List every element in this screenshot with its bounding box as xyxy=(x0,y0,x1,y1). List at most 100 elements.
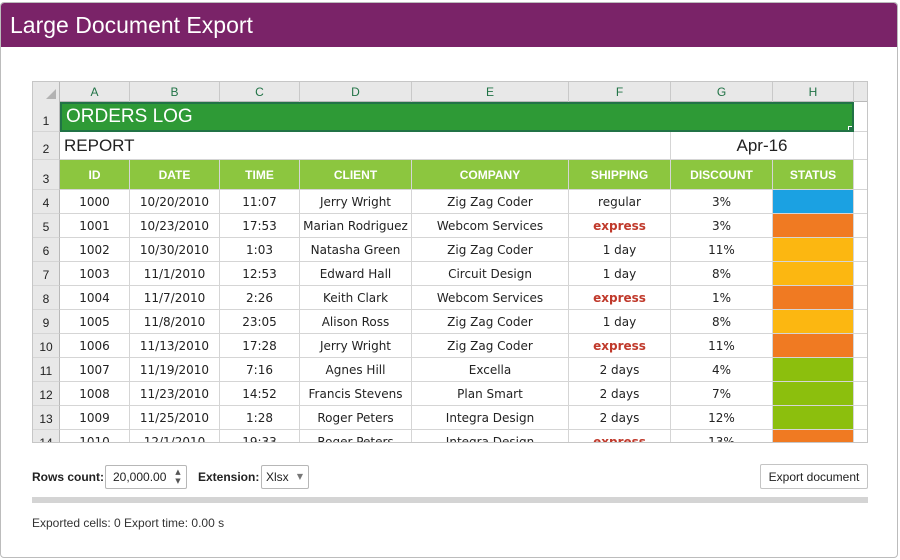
row-number[interactable]: 11 xyxy=(33,358,60,382)
column-header[interactable]: D xyxy=(300,82,412,102)
company-cell[interactable]: Excella xyxy=(412,358,569,382)
shipping-cell[interactable]: express xyxy=(569,334,671,358)
company-cell[interactable]: Zig Zag Coder xyxy=(412,238,569,262)
status-cell[interactable] xyxy=(773,382,854,406)
shipping-cell[interactable]: 1 day xyxy=(569,262,671,286)
company-cell[interactable]: Webcom Services xyxy=(412,286,569,310)
column-header[interactable]: G xyxy=(671,82,773,102)
rows-count-spinner[interactable]: 20,000.00 ▲ ▼ xyxy=(105,465,187,489)
status-cell[interactable] xyxy=(773,310,854,334)
client-cell[interactable]: Jerry Wright xyxy=(300,334,412,358)
discount-cell[interactable]: 13% xyxy=(671,430,773,442)
shipping-cell[interactable]: express xyxy=(569,286,671,310)
status-cell[interactable] xyxy=(773,214,854,238)
date-cell[interactable]: 11/23/2010 xyxy=(130,382,220,406)
time-cell[interactable]: 1:28 xyxy=(220,406,300,430)
header-cell-id[interactable]: ID xyxy=(60,160,130,190)
shipping-cell[interactable]: express xyxy=(569,214,671,238)
status-cell[interactable] xyxy=(773,406,854,430)
id-cell[interactable]: 1007 xyxy=(60,358,130,382)
status-cell[interactable] xyxy=(773,190,854,214)
date-cell[interactable]: 10/30/2010 xyxy=(130,238,220,262)
shipping-cell[interactable]: 1 day xyxy=(569,238,671,262)
client-cell[interactable]: Alison Ross xyxy=(300,310,412,334)
discount-cell[interactable]: 11% xyxy=(671,238,773,262)
time-cell[interactable]: 2:26 xyxy=(220,286,300,310)
company-cell[interactable]: Zig Zag Coder xyxy=(412,334,569,358)
id-cell[interactable]: 1002 xyxy=(60,238,130,262)
id-cell[interactable]: 1009 xyxy=(60,406,130,430)
discount-cell[interactable]: 1% xyxy=(671,286,773,310)
column-header[interactable]: F xyxy=(569,82,671,102)
id-cell[interactable]: 1008 xyxy=(60,382,130,406)
shipping-cell[interactable]: 1 day xyxy=(569,310,671,334)
time-cell[interactable]: 23:05 xyxy=(220,310,300,334)
export-document-button[interactable]: Export document xyxy=(760,464,868,489)
date-cell[interactable]: 11/8/2010 xyxy=(130,310,220,334)
time-cell[interactable]: 17:28 xyxy=(220,334,300,358)
id-cell[interactable]: 1010 xyxy=(60,430,130,442)
status-cell[interactable] xyxy=(773,262,854,286)
empty-cell[interactable] xyxy=(854,160,867,190)
time-cell[interactable]: 19:33 xyxy=(220,430,300,442)
shipping-cell[interactable]: regular xyxy=(569,190,671,214)
shipping-cell[interactable]: 2 days xyxy=(569,382,671,406)
column-header[interactable]: H xyxy=(773,82,854,102)
status-cell[interactable] xyxy=(773,358,854,382)
header-cell-time[interactable]: TIME xyxy=(220,160,300,190)
company-cell[interactable]: Integra Design xyxy=(412,406,569,430)
row-number[interactable]: 13 xyxy=(33,406,60,430)
status-cell[interactable] xyxy=(773,286,854,310)
company-cell[interactable]: Plan Smart xyxy=(412,382,569,406)
header-cell-client[interactable]: CLIENT xyxy=(300,160,412,190)
column-header[interactable]: E xyxy=(412,82,569,102)
date-cell[interactable]: 11/13/2010 xyxy=(130,334,220,358)
discount-cell[interactable]: 8% xyxy=(671,310,773,334)
report-label-cell[interactable]: REPORT xyxy=(60,132,671,160)
date-cell[interactable]: 11/19/2010 xyxy=(130,358,220,382)
shipping-cell[interactable]: 2 days xyxy=(569,358,671,382)
empty-cell[interactable] xyxy=(854,214,867,238)
row-number[interactable]: 5 xyxy=(33,214,60,238)
company-cell[interactable]: Zig Zag Coder xyxy=(412,190,569,214)
row-number[interactable]: 9 xyxy=(33,310,60,334)
empty-cell[interactable] xyxy=(854,238,867,262)
shipping-cell[interactable]: express xyxy=(569,430,671,442)
spreadsheet[interactable]: A B C D E F G H 1 ORDERS LOG 2 REPORT Ap… xyxy=(32,81,868,443)
discount-cell[interactable]: 7% xyxy=(671,382,773,406)
discount-cell[interactable]: 3% xyxy=(671,214,773,238)
extension-value[interactable]: Xlsx xyxy=(266,470,289,484)
empty-cell[interactable] xyxy=(854,102,867,132)
discount-cell[interactable]: 12% xyxy=(671,406,773,430)
company-cell[interactable]: Circuit Design xyxy=(412,262,569,286)
empty-cell[interactable] xyxy=(854,358,867,382)
date-cell[interactable]: 10/20/2010 xyxy=(130,190,220,214)
time-cell[interactable]: 14:52 xyxy=(220,382,300,406)
discount-cell[interactable]: 11% xyxy=(671,334,773,358)
header-cell-company[interactable]: COMPANY xyxy=(412,160,569,190)
column-header[interactable]: A xyxy=(60,82,130,102)
row-number[interactable]: 3 xyxy=(33,160,60,190)
empty-cell[interactable] xyxy=(854,430,867,442)
row-number[interactable]: 10 xyxy=(33,334,60,358)
date-cell[interactable]: 10/23/2010 xyxy=(130,214,220,238)
company-cell[interactable]: Integra Design xyxy=(412,430,569,442)
client-cell[interactable]: Jerry Wright xyxy=(300,190,412,214)
header-cell-status[interactable]: STATUS xyxy=(773,160,854,190)
column-header[interactable]: C xyxy=(220,82,300,102)
empty-cell[interactable] xyxy=(854,406,867,430)
company-cell[interactable]: Webcom Services xyxy=(412,214,569,238)
date-cell[interactable]: 11/1/2010 xyxy=(130,262,220,286)
empty-cell[interactable] xyxy=(854,262,867,286)
client-cell[interactable]: Francis Stevens xyxy=(300,382,412,406)
time-cell[interactable]: 7:16 xyxy=(220,358,300,382)
empty-cell[interactable] xyxy=(854,310,867,334)
row-number[interactable]: 2 xyxy=(33,132,60,160)
header-cell-shipping[interactable]: SHIPPING xyxy=(569,160,671,190)
time-cell[interactable]: 12:53 xyxy=(220,262,300,286)
spinner-arrows-icon[interactable]: ▲ ▼ xyxy=(173,468,183,486)
row-number[interactable]: 1 xyxy=(33,102,60,132)
row-number[interactable]: 8 xyxy=(33,286,60,310)
shipping-cell[interactable]: 2 days xyxy=(569,406,671,430)
date-cell[interactable]: 11/25/2010 xyxy=(130,406,220,430)
